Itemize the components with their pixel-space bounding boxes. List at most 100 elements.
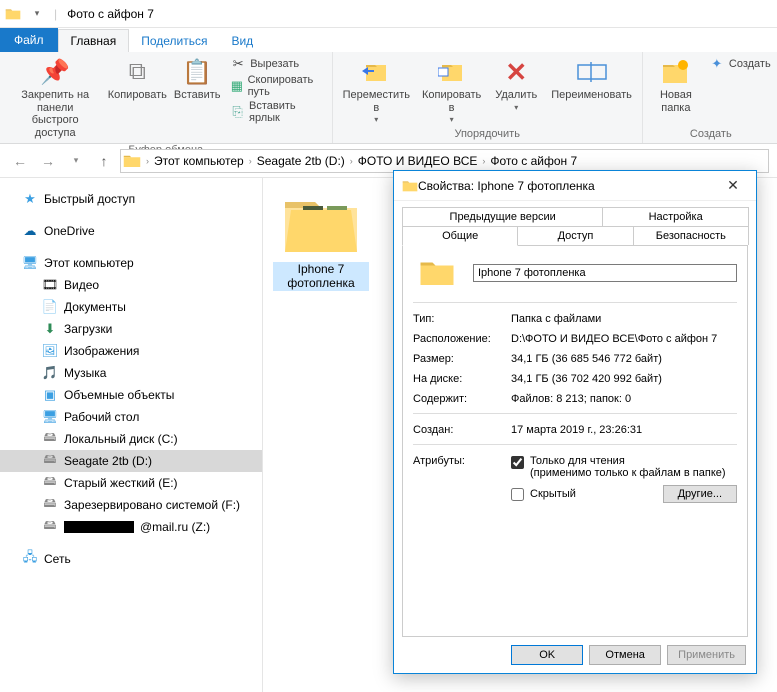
breadcrumb[interactable]: Фото с айфон 7	[488, 154, 579, 168]
forward-button[interactable]: →	[36, 149, 60, 173]
sidebar-item-videos[interactable]: 🎞Видео	[0, 274, 262, 296]
quick-folder-icon[interactable]	[4, 5, 22, 23]
hidden-checkbox[interactable]	[511, 488, 524, 501]
readonly-sublabel: (применимо только к файлам в папке)	[530, 467, 726, 479]
tab-previous-versions[interactable]: Предыдущие версии	[402, 207, 603, 226]
cut-icon: ✂	[230, 56, 246, 72]
address-bar[interactable]: › Этот компьютер › Seagate 2tb (D:) › ФО…	[120, 149, 769, 173]
qat-dropdown-icon[interactable]: ▾	[28, 5, 46, 23]
breadcrumb[interactable]: Seagate 2tb (D:)	[255, 154, 347, 168]
sidebar-item-downloads[interactable]: ⬇Загрузки	[0, 318, 262, 340]
tab-file[interactable]: Файл	[0, 28, 58, 52]
folder-icon	[402, 179, 418, 193]
dialog-titlebar[interactable]: Свойства: Iphone 7 фотопленка ✕	[394, 171, 756, 201]
delete-button[interactable]: ✕ Удалить ▾	[487, 54, 545, 114]
move-to-button[interactable]: Переместить в ▾	[337, 54, 416, 126]
sidebar-item-drive-z[interactable]: 🖴@mail.ru (Z:)	[0, 516, 262, 538]
recent-locations-button[interactable]: ▾	[64, 149, 88, 173]
folder-icon	[123, 152, 141, 170]
window-title: Фото с айфон 7	[67, 7, 154, 21]
video-icon: 🎞	[42, 277, 58, 293]
label-size: Размер:	[413, 353, 511, 365]
tab-view[interactable]: Вид	[219, 30, 265, 52]
ribbon-tabs: Файл Главная Поделиться Вид	[0, 28, 777, 52]
ok-button[interactable]: OK	[511, 645, 583, 665]
drive-icon: 🖴	[42, 453, 58, 469]
sidebar-this-pc[interactable]: 🖥 Этот компьютер	[0, 252, 262, 274]
dialog-buttons: OK Отмена Применить	[394, 637, 756, 673]
tab-customize[interactable]: Настройка	[602, 207, 749, 226]
paste-shortcut-button[interactable]: ⎘ Вставить ярлык	[230, 100, 323, 124]
sidebar-item-drive-f[interactable]: 🖴Зарезервировано системой (F:)	[0, 494, 262, 516]
tab-security[interactable]: Безопасность	[633, 226, 749, 245]
sidebar-item-drive-d[interactable]: 🖴Seagate 2tb (D:)	[0, 450, 262, 472]
pin-icon: 📌	[39, 56, 71, 88]
readonly-label: Только для чтения	[530, 455, 625, 467]
copy-icon: ⧉	[121, 56, 153, 88]
copy-to-icon	[436, 56, 468, 88]
tab-home[interactable]: Главная	[58, 29, 130, 52]
new-folder-icon	[660, 56, 692, 88]
copy-button[interactable]: ⧉ Копировать	[106, 54, 168, 104]
ribbon-group-organize: Переместить в ▾ Копировать в ▾ ✕ Удалить…	[333, 52, 643, 143]
chevron-down-icon: ▾	[450, 115, 454, 124]
sidebar-item-documents[interactable]: 📄Документы	[0, 296, 262, 318]
cancel-button[interactable]: Отмена	[589, 645, 661, 665]
advanced-attributes-button[interactable]: Другие...	[663, 485, 737, 503]
chevron-right-icon[interactable]: ›	[479, 156, 488, 166]
sidebar-onedrive[interactable]: ☁ OneDrive	[0, 220, 262, 242]
pc-icon: 🖥	[22, 255, 38, 271]
close-button[interactable]: ✕	[718, 177, 748, 194]
sidebar-item-drive-e[interactable]: 🖴Старый жесткий (E:)	[0, 472, 262, 494]
value-type: Папка с файлами	[511, 313, 737, 325]
cube-icon: ▣	[42, 387, 58, 403]
folder-thumbnail	[279, 192, 363, 258]
back-button[interactable]: ←	[8, 149, 32, 173]
pin-quick-access-button[interactable]: 📌 Закрепить на панели быстрого доступа	[4, 54, 106, 142]
value-size: 34,1 ГБ (36 685 546 772 байт)	[511, 353, 737, 365]
desktop-icon: 🖥	[42, 409, 58, 425]
tab-sharing[interactable]: Доступ	[517, 226, 633, 245]
copy-path-button[interactable]: ▦ Скопировать путь	[230, 74, 323, 98]
new-item-button[interactable]: ✦ Создать	[709, 56, 771, 72]
paste-button[interactable]: 📋 Вставить	[168, 54, 226, 104]
rename-icon	[576, 56, 608, 88]
chevron-right-icon[interactable]: ›	[246, 156, 255, 166]
sidebar-item-desktop[interactable]: 🖥Рабочий стол	[0, 406, 262, 428]
sidebar-quick-access[interactable]: ★ Быстрый доступ	[0, 188, 262, 210]
label-type: Тип:	[413, 313, 511, 325]
sidebar-item-music[interactable]: 🎵Музыка	[0, 362, 262, 384]
copy-to-button[interactable]: Копировать в ▾	[416, 54, 487, 126]
star-icon: ★	[22, 191, 38, 207]
breadcrumb[interactable]: Этот компьютер	[152, 154, 246, 168]
chevron-right-icon[interactable]: ›	[347, 156, 356, 166]
navigation-pane: ★ Быстрый доступ ☁ OneDrive 🖥 Этот компь…	[0, 178, 263, 692]
copy-path-icon: ▦	[230, 78, 243, 94]
tab-general[interactable]: Общие	[402, 226, 518, 246]
chevron-down-icon: ▾	[374, 115, 378, 124]
sidebar-item-3d[interactable]: ▣Объемные объекты	[0, 384, 262, 406]
sidebar-item-pictures[interactable]: 🖼Изображения	[0, 340, 262, 362]
sidebar-item-drive-c[interactable]: 🖴Локальный диск (C:)	[0, 428, 262, 450]
apply-button[interactable]: Применить	[667, 645, 746, 665]
folder-name-input[interactable]	[473, 264, 737, 282]
cut-button[interactable]: ✂ Вырезать	[230, 56, 323, 72]
dialog-title: Свойства: Iphone 7 фотопленка	[418, 179, 718, 193]
tab-share[interactable]: Поделиться	[129, 30, 219, 52]
chevron-right-icon[interactable]: ›	[143, 156, 152, 166]
label-attributes: Атрибуты:	[413, 455, 511, 467]
folder-large-icon	[419, 258, 455, 288]
move-to-icon	[360, 56, 392, 88]
paste-icon: 📋	[181, 56, 213, 88]
sidebar-network[interactable]: 🖧 Сеть	[0, 548, 262, 570]
new-folder-button[interactable]: Новая папка	[647, 54, 705, 116]
rename-button[interactable]: Переименовать	[545, 54, 638, 104]
drive-icon: 🖴	[42, 497, 58, 513]
breadcrumb[interactable]: ФОТО И ВИДЕО ВСЕ	[356, 154, 480, 168]
folder-item[interactable]: Iphone 7 фотопленка	[273, 192, 369, 291]
readonly-checkbox[interactable]	[511, 456, 524, 469]
paste-shortcut-icon: ⎘	[230, 104, 245, 120]
ribbon-group-label: Упорядочить	[337, 126, 638, 143]
up-button[interactable]: ↑	[92, 149, 116, 173]
picture-icon: 🖼	[42, 343, 58, 359]
